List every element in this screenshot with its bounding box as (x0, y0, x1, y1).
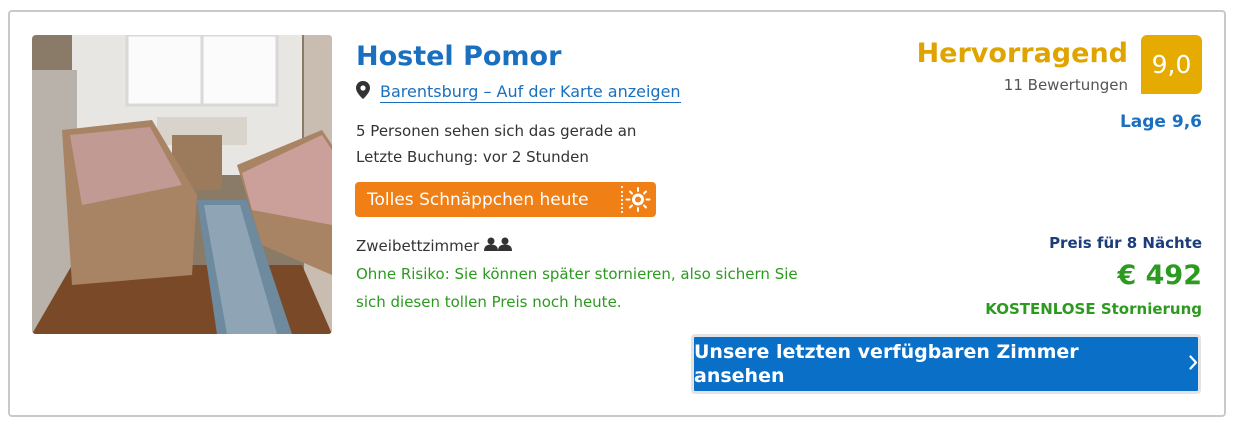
chevron-right-icon (1189, 354, 1198, 374)
room-type-label: Zweibettzimmer (356, 237, 480, 255)
two-persons-icon (484, 236, 513, 256)
price-value: € 492 (1117, 260, 1202, 291)
free-cancellation-label: KOSTENLOSE Stornierung (985, 300, 1202, 318)
last-booking-text: Letzte Buchung: vor 2 Stunden (356, 148, 589, 166)
review-score-badge[interactable]: 9,0 (1141, 35, 1202, 94)
room-type: Zweibettzimmer (356, 236, 513, 256)
rating-label: Hervorragend (916, 38, 1128, 69)
hotel-photo[interactable] (32, 35, 332, 334)
deal-badge-label: Tolles Schnäppchen heute (367, 189, 589, 210)
viewers-text: 5 Personen sehen sich das gerade an (356, 122, 637, 140)
deal-badge-divider (621, 186, 623, 213)
sun-badge-icon (624, 186, 652, 217)
show-on-map-link[interactable]: Barentsburg – Auf der Karte anzeigen (380, 82, 681, 103)
location-row: Barentsburg – Auf der Karte anzeigen (356, 80, 681, 104)
deal-badge: Tolles Schnäppchen heute (355, 182, 656, 217)
see-available-rooms-button[interactable]: Unsere letzten verfügbaren Zimmer ansehe… (691, 334, 1201, 394)
price-nights-label: Preis für 8 Nächte (1049, 234, 1202, 252)
no-risk-message: Ohne Risiko: Sie können später storniere… (356, 265, 798, 311)
map-pin-icon (356, 81, 370, 103)
hotel-name-link[interactable]: Hostel Pomor (356, 40, 561, 74)
see-available-rooms-label: Unsere letzten verfügbaren Zimmer ansehe… (694, 341, 1079, 387)
review-count[interactable]: 11 Bewertungen (1004, 75, 1128, 95)
location-score: Lage 9,6 (1119, 112, 1202, 132)
